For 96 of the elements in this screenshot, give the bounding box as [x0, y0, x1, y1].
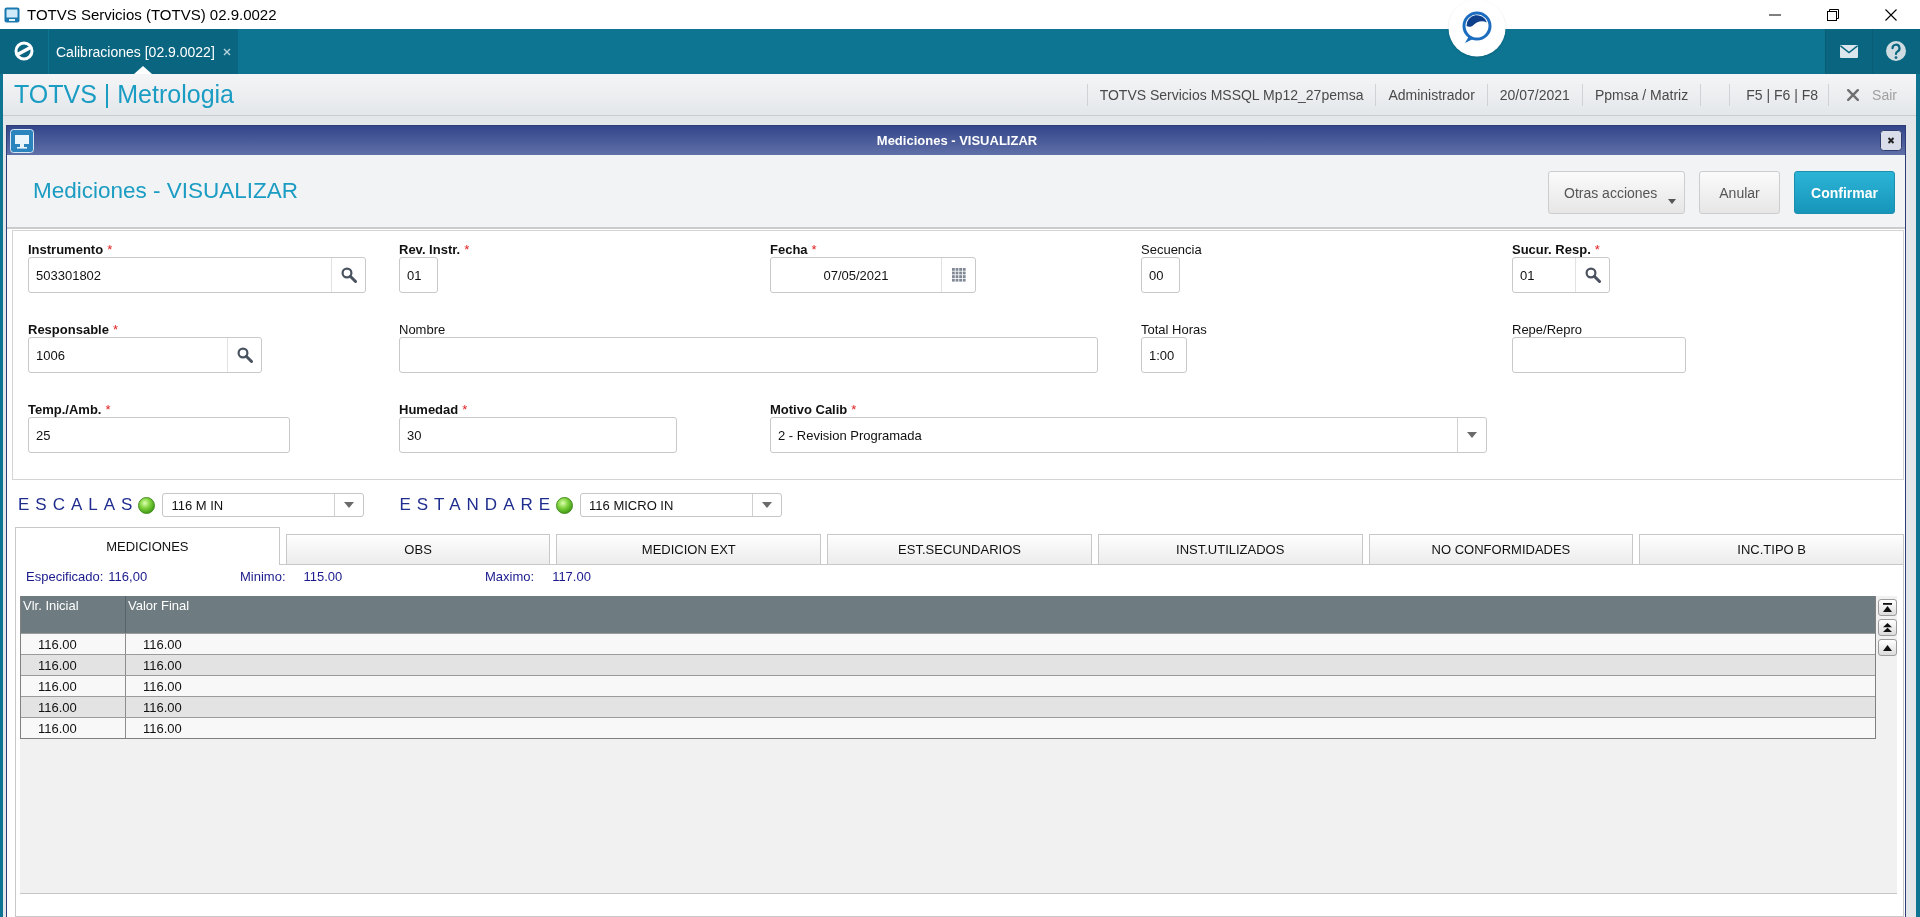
limit-label: Maximo: — [485, 569, 535, 584]
date-field[interactable]: 07/05/2021 — [770, 257, 976, 293]
table-cell-text: 116.00 — [142, 698, 183, 717]
status-dot-icon — [138, 496, 156, 514]
limit-value: 116,00 — [108, 569, 148, 584]
required-mark: * — [105, 401, 111, 417]
actions-menu-button[interactable]: Otras acciones — [1548, 171, 1685, 214]
tab[interactable]: INC.TIPO B — [1639, 534, 1905, 564]
table-cell-text: 116.00 — [142, 719, 183, 738]
field-label: Secuencia — [1141, 241, 1202, 257]
shortcut-hint: F5 | F6 | F8 — [1745, 86, 1820, 103]
lookup-field[interactable]: 1006 — [28, 337, 262, 373]
status-dot-icon — [556, 496, 574, 514]
help-icon[interactable] — [1872, 29, 1920, 74]
search-icon[interactable] — [340, 267, 357, 283]
calendar-icon[interactable] — [951, 268, 966, 282]
close-icon — [1880, 130, 1902, 151]
field-label: Rev. Instr. — [399, 241, 461, 257]
field-label: Motivo Calib — [770, 401, 848, 417]
page-up-button[interactable] — [1878, 619, 1897, 636]
limit-label: Especificado: — [26, 569, 104, 584]
row-up-button[interactable] — [1878, 639, 1897, 656]
field-label: Temp./Amb. — [28, 401, 102, 417]
select-field[interactable]: 116 MICRO IN — [580, 493, 783, 517]
limit-label: Minimo: — [240, 569, 286, 584]
required-mark: * — [464, 241, 470, 257]
search-icon[interactable] — [1584, 267, 1601, 283]
tab[interactable]: OBS — [285, 534, 551, 564]
column-header: Valor Final — [127, 597, 191, 615]
required-mark: * — [462, 401, 468, 417]
header-info-text: TOTVS Servicios MSSQL Mp12_27pemsa — [1098, 86, 1365, 103]
required-mark: * — [851, 401, 857, 417]
text-field[interactable]: 00 — [1141, 257, 1180, 293]
app-title: TOTVS | Metrologia — [14, 80, 234, 109]
caret-icon[interactable] — [762, 502, 773, 508]
limit-value: 117.00 — [552, 569, 591, 584]
close-button[interactable] — [1880, 130, 1902, 151]
jump-top-icon — [1883, 603, 1892, 612]
field-label: Repe/Repro — [1512, 321, 1583, 337]
text-field[interactable] — [399, 337, 1098, 373]
limit-value: 115.00 — [303, 569, 343, 584]
table-cell-text: 116.00 — [142, 656, 183, 675]
restore-icon — [1827, 8, 1839, 21]
field-label: Responsable — [28, 321, 109, 337]
table-cell-text: 116.00 — [142, 677, 183, 696]
required-mark: * — [811, 241, 817, 257]
selector-label: ESCALAS — [18, 495, 139, 515]
app-icon — [4, 6, 20, 23]
header-info-text: Ppmsa / Matriz — [1593, 86, 1690, 103]
cancel-button[interactable]: Anular — [1699, 171, 1780, 214]
text-field[interactable]: 01 — [399, 257, 438, 293]
field-label: Nombre — [399, 321, 446, 337]
app-tab[interactable]: Calibraciones [02.9.0022] — [49, 29, 238, 74]
double-up-icon — [1883, 623, 1892, 632]
dialog-heading: Mediciones - VISUALIZAR — [33, 178, 300, 204]
text-field[interactable] — [1512, 337, 1686, 373]
dialog-title: Mediciones - VISUALIZAR — [875, 133, 1039, 148]
header-info-text: 20/07/2021 — [1498, 86, 1571, 103]
lookup-field[interactable]: 01 — [1512, 257, 1610, 293]
up-triangle-icon — [1883, 644, 1892, 651]
field-label: Total Horas — [1141, 321, 1207, 337]
caret-icon[interactable] — [344, 502, 355, 508]
select-field[interactable]: 2 - Revision Programada — [770, 417, 1487, 453]
field-label: Fecha — [770, 241, 808, 257]
required-mark: * — [1594, 241, 1600, 257]
close-icon — [1885, 8, 1897, 21]
caret-icon[interactable] — [1467, 432, 1477, 438]
field-label: Instrumento — [28, 241, 104, 257]
tab[interactable]: MEDICION EXT — [556, 534, 822, 564]
search-icon[interactable] — [236, 347, 253, 363]
lookup-field[interactable]: 503301802 — [28, 257, 366, 293]
required-mark: * — [112, 321, 118, 337]
mail-icon[interactable] — [1825, 29, 1872, 74]
field-label: Humedad — [399, 401, 459, 417]
monitor-icon — [10, 128, 34, 153]
text-field[interactable]: 25 — [28, 417, 290, 453]
table-cell-text: 116.00 — [142, 635, 183, 654]
first-row-button[interactable] — [1878, 599, 1897, 616]
selector-label: ESTANDARE — [399, 495, 557, 515]
logo-icon[interactable] — [0, 29, 48, 74]
header-info-text: Administrador — [1387, 86, 1476, 103]
text-field[interactable]: 1:00 — [1141, 337, 1187, 373]
required-mark: * — [107, 241, 113, 257]
field-label: Sucur. Resp. — [1512, 241, 1591, 257]
window-title: TOTVS Servicios (TOTVS) 02.9.0022 — [27, 6, 277, 23]
close-icon — [1847, 88, 1860, 101]
text-field[interactable]: 30 — [399, 417, 677, 453]
tab[interactable]: INST.UTILIZADOS — [1097, 534, 1363, 564]
select-field[interactable]: 116 M IN — [162, 493, 365, 517]
tab[interactable]: MEDICIONES — [15, 527, 280, 565]
close-icon[interactable] — [222, 47, 231, 56]
tab[interactable]: NO CONFORMIDADES — [1368, 534, 1634, 564]
caret-icon — [1668, 199, 1676, 204]
tab[interactable]: EST.SECUNDARIOS — [827, 534, 1092, 564]
table-cell: 116.00 — [21, 718, 126, 738]
minimize-icon — [1769, 13, 1781, 16]
